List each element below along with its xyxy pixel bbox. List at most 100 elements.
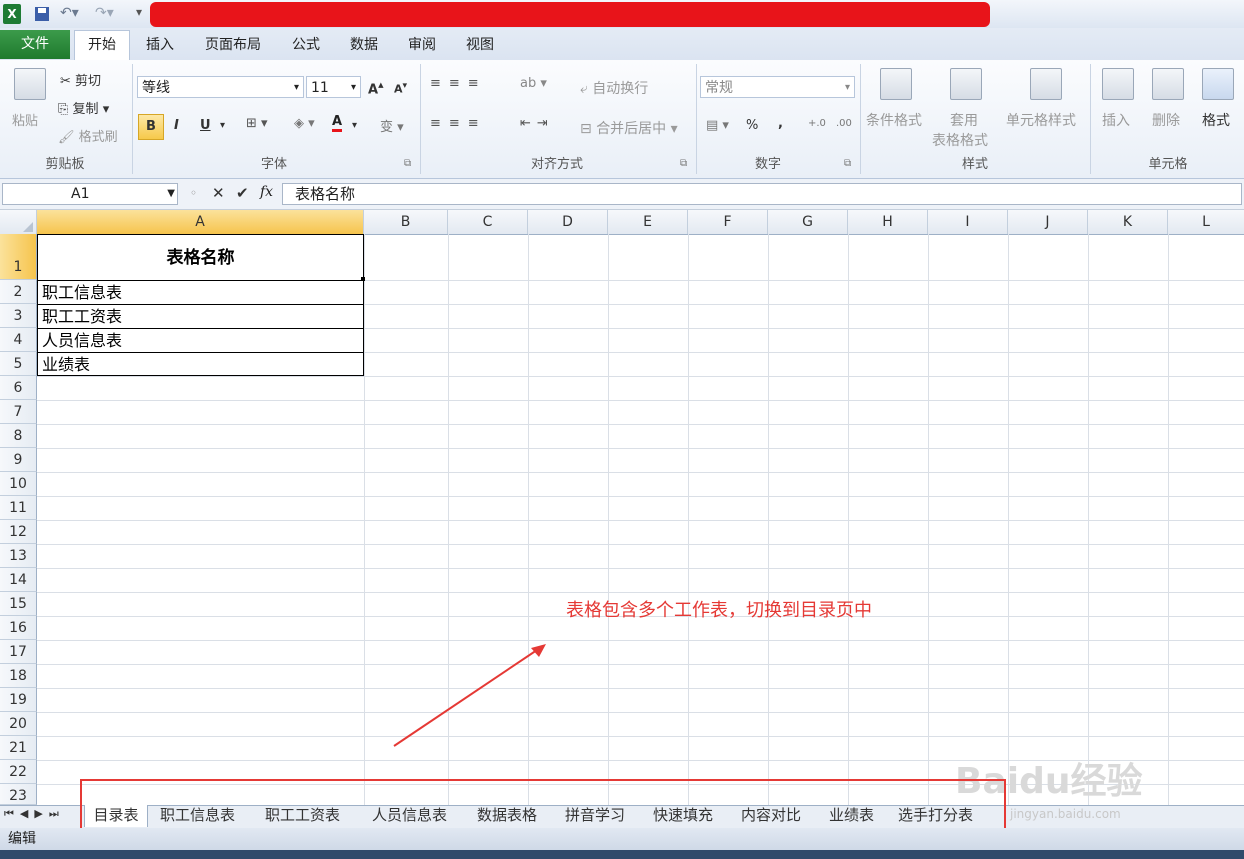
cell-a1[interactable]: 表格名称: [37, 234, 364, 280]
fill-handle[interactable]: [361, 277, 365, 281]
column-header[interactable]: H: [848, 210, 928, 234]
tab-review[interactable]: 审阅: [402, 34, 442, 56]
cell-a5[interactable]: 业绩表: [37, 352, 364, 376]
italic-button[interactable]: I: [174, 118, 179, 133]
font-color-dropdown-icon[interactable]: ▾: [352, 120, 357, 131]
tab-formulas[interactable]: 公式: [286, 34, 326, 56]
enter-icon[interactable]: ✔: [236, 184, 249, 202]
row-header[interactable]: 2: [0, 280, 37, 304]
indent-icons[interactable]: ⇤⇥: [520, 116, 554, 131]
excel-app-icon[interactable]: X: [3, 4, 21, 24]
row-header[interactable]: 1: [0, 234, 37, 280]
bold-button[interactable]: B: [138, 114, 164, 140]
conditional-format-button[interactable]: 条件格式: [866, 110, 922, 130]
comma-button[interactable]: ,: [778, 116, 783, 131]
number-dialog-launcher-icon[interactable]: ⧉: [844, 158, 851, 169]
column-header[interactable]: L: [1168, 210, 1244, 234]
name-box[interactable]: A1 ▼: [2, 183, 178, 205]
row-header[interactable]: 23: [0, 784, 37, 805]
paste-icon[interactable]: [14, 68, 46, 100]
column-header[interactable]: K: [1088, 210, 1168, 234]
row-header[interactable]: 7: [0, 400, 37, 424]
row-header[interactable]: 18: [0, 664, 37, 688]
font-color-button[interactable]: A: [332, 114, 343, 132]
row-header[interactable]: 3: [0, 304, 37, 328]
row-header[interactable]: 22: [0, 760, 37, 784]
column-header[interactable]: I: [928, 210, 1008, 234]
cell-a2[interactable]: 职工信息表: [37, 280, 364, 304]
tab-page-layout[interactable]: 页面布局: [198, 34, 268, 56]
select-all-corner[interactable]: [0, 210, 37, 234]
sheet-nav-arrows-icon[interactable]: ⏮◀▶⏭: [4, 807, 65, 821]
row-header[interactable]: 17: [0, 640, 37, 664]
row-header[interactable]: 4: [0, 328, 37, 352]
row-header[interactable]: 5: [0, 352, 37, 376]
phonetic-icon[interactable]: 变 ▾: [380, 116, 404, 135]
cell-styles-button[interactable]: 单元格样式: [1006, 110, 1076, 130]
paste-button[interactable]: 粘贴: [12, 110, 38, 129]
cancel-icon[interactable]: ✕: [212, 184, 225, 202]
formula-input[interactable]: 表格名称: [282, 183, 1242, 205]
insert-cells-button[interactable]: 插入: [1102, 110, 1130, 130]
increase-font-icon[interactable]: A▴: [368, 78, 384, 97]
tab-insert[interactable]: 插入: [140, 34, 180, 56]
row-header[interactable]: 8: [0, 424, 37, 448]
decrease-font-icon[interactable]: A▾: [394, 80, 407, 96]
insert-cells-icon[interactable]: [1102, 68, 1134, 100]
format-cells-icon[interactable]: [1202, 68, 1234, 100]
row-header[interactable]: 15: [0, 592, 37, 616]
table-format-icon[interactable]: [950, 68, 982, 100]
delete-cells-icon[interactable]: [1152, 68, 1184, 100]
row-header[interactable]: 11: [0, 496, 37, 520]
percent-button[interactable]: %: [746, 118, 758, 133]
save-icon[interactable]: [33, 5, 51, 23]
alignment-dialog-launcher-icon[interactable]: ⧉: [680, 158, 687, 169]
column-header[interactable]: D: [528, 210, 608, 234]
column-header[interactable]: E: [608, 210, 688, 234]
font-dialog-launcher-icon[interactable]: ⧉: [404, 158, 411, 169]
format-as-table-button-line2[interactable]: 表格格式: [932, 130, 988, 150]
font-size-select[interactable]: 11 ▾: [306, 76, 361, 98]
cell-a3[interactable]: 职工工资表: [37, 304, 364, 328]
increase-decimal-icon[interactable]: +.0: [808, 118, 826, 129]
row-header[interactable]: 16: [0, 616, 37, 640]
merge-center-button[interactable]: ⊟ 合并后居中 ▾: [580, 118, 678, 138]
font-name-select[interactable]: 等线 ▾: [137, 76, 304, 98]
borders-icon[interactable]: ⊞ ▾: [246, 116, 268, 131]
row-header[interactable]: 6: [0, 376, 37, 400]
underline-button[interactable]: U: [200, 118, 211, 133]
column-header[interactable]: G: [768, 210, 848, 234]
column-header[interactable]: J: [1008, 210, 1088, 234]
format-as-table-button[interactable]: 套用: [950, 110, 978, 130]
row-header[interactable]: 20: [0, 712, 37, 736]
wrap-text-button[interactable]: ⤶ 自动换行: [580, 78, 648, 98]
row-header[interactable]: 9: [0, 448, 37, 472]
undo-icon[interactable]: ↶▾: [60, 5, 79, 23]
vertical-align-icons[interactable]: ≡≡≡: [430, 76, 487, 91]
format-painter-button[interactable]: 🖌 格式刷: [58, 126, 118, 145]
column-header[interactable]: B: [364, 210, 448, 234]
conditional-format-icon[interactable]: [880, 68, 912, 100]
tab-file[interactable]: 文件: [0, 30, 70, 59]
cell-styles-icon[interactable]: [1030, 68, 1062, 100]
horizontal-align-icons[interactable]: ≡≡≡: [430, 116, 487, 131]
tab-data[interactable]: 数据: [344, 34, 384, 56]
column-header[interactable]: F: [688, 210, 768, 234]
format-cells-button[interactable]: 格式: [1202, 110, 1230, 130]
cut-button[interactable]: ✂ 剪切: [60, 70, 101, 89]
row-header[interactable]: 21: [0, 736, 37, 760]
tab-view[interactable]: 视图: [460, 34, 500, 56]
orientation-icon[interactable]: ab ▾: [520, 76, 547, 91]
decrease-decimal-icon[interactable]: .00: [836, 118, 852, 129]
accounting-format-icon[interactable]: ▤ ▾: [706, 118, 729, 133]
row-header[interactable]: 10: [0, 472, 37, 496]
column-header[interactable]: C: [448, 210, 528, 234]
column-header[interactable]: A: [37, 210, 364, 234]
underline-dropdown-icon[interactable]: ▾: [220, 120, 225, 131]
delete-cells-button[interactable]: 删除: [1152, 110, 1180, 130]
row-header[interactable]: 12: [0, 520, 37, 544]
copy-button[interactable]: ⎘ 复制 ▾: [58, 98, 109, 117]
cell-a4[interactable]: 人员信息表: [37, 328, 364, 352]
redo-icon[interactable]: ↷▾: [95, 5, 114, 23]
row-header[interactable]: 14: [0, 568, 37, 592]
